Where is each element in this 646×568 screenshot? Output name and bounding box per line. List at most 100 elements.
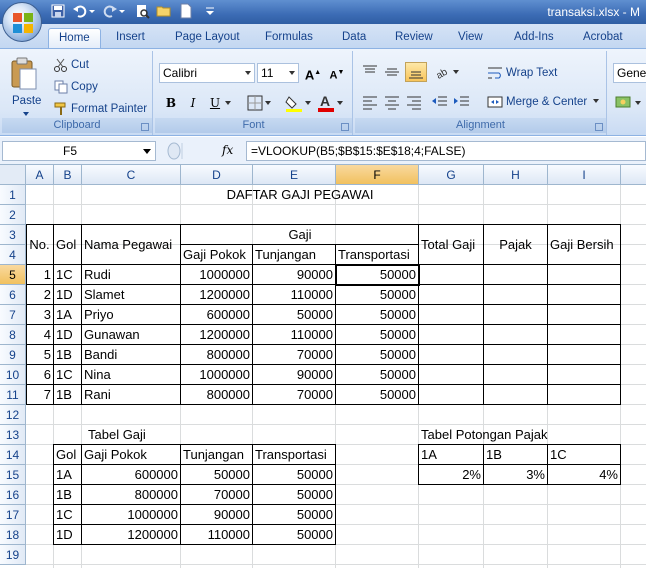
accounting-format-icon[interactable]: [615, 93, 633, 111]
header-gol[interactable]: Gol: [54, 235, 81, 255]
save-icon[interactable]: [50, 3, 66, 19]
underline-button[interactable]: U: [205, 93, 225, 113]
header-gaji-pokok[interactable]: Gaji Pokok: [181, 245, 252, 265]
fill-color-dropdown-icon[interactable]: [305, 101, 311, 106]
row-header-5[interactable]: 5: [0, 265, 26, 285]
tabel-pajak-header[interactable]: 1B: [484, 445, 547, 465]
header-gaji-bersih[interactable]: Gaji Bersih: [548, 235, 620, 255]
employee-tunjangan[interactable]: 110000: [253, 285, 335, 305]
tabel-gaji-header[interactable]: Gaji Pokok: [82, 445, 180, 465]
row-header-13[interactable]: 13: [0, 425, 26, 445]
bold-button[interactable]: B: [161, 93, 181, 113]
employee-gaji-pokok[interactable]: 1200000: [181, 285, 252, 305]
row-header-10[interactable]: 10: [0, 365, 26, 385]
column-header-h[interactable]: H: [484, 165, 548, 185]
tabel-pajak-value[interactable]: 2%: [419, 465, 483, 485]
tabel-gaji-cell[interactable]: 70000: [181, 485, 252, 505]
tabel-gaji-cell[interactable]: 1C: [54, 505, 81, 525]
cut-button[interactable]: Cut: [54, 55, 89, 75]
borders-dropdown-icon[interactable]: [265, 101, 271, 106]
redo-icon[interactable]: [102, 3, 118, 19]
tabel-gaji-cell[interactable]: 800000: [82, 485, 180, 505]
employee-gol[interactable]: 1C: [54, 265, 81, 285]
employee-nama[interactable]: Priyo: [82, 305, 180, 325]
column-header-b[interactable]: B: [54, 165, 82, 185]
tab-add-ins[interactable]: Add-Ins: [514, 28, 554, 48]
column-header-c[interactable]: C: [82, 165, 181, 185]
tab-home[interactable]: Home: [48, 28, 101, 48]
clipboard-launcher-icon[interactable]: [141, 123, 149, 131]
tabel-pajak-header[interactable]: 1C: [548, 445, 620, 465]
employee-gaji-pokok[interactable]: 1000000: [181, 365, 252, 385]
employee-tunjangan[interactable]: 90000: [253, 265, 335, 285]
align-left-icon[interactable]: [361, 93, 379, 111]
number-format-combo[interactable]: Gener: [613, 63, 646, 83]
office-button[interactable]: [2, 2, 42, 42]
header-transportasi[interactable]: Transportasi: [336, 245, 418, 265]
employee-gaji-pokok[interactable]: 1200000: [181, 325, 252, 345]
employee-no[interactable]: 3: [26, 305, 53, 325]
font-launcher-icon[interactable]: [341, 123, 349, 131]
customize-qat-icon[interactable]: [204, 3, 216, 19]
decrease-indent-icon[interactable]: [431, 93, 449, 111]
column-header-a[interactable]: A: [26, 165, 54, 185]
tabel-pajak-value[interactable]: 3%: [484, 465, 547, 485]
tabel-gaji-cell[interactable]: 50000: [253, 465, 335, 485]
row-header-2[interactable]: 2: [0, 205, 26, 225]
employee-no[interactable]: 5: [26, 345, 53, 365]
column-header-i[interactable]: I: [548, 165, 621, 185]
borders-icon[interactable]: [247, 95, 263, 111]
tab-formulas[interactable]: Formulas: [265, 28, 313, 48]
employee-no[interactable]: 7: [26, 385, 53, 405]
tabel-pajak-header[interactable]: 1A: [419, 445, 483, 465]
align-middle-icon[interactable]: [383, 63, 401, 81]
paste-dropdown-icon[interactable]: [22, 111, 30, 117]
grow-font-button[interactable]: A▲: [303, 63, 323, 83]
row-header-19[interactable]: 19: [0, 545, 26, 565]
employee-tunjangan[interactable]: 90000: [253, 365, 335, 385]
row-header-1[interactable]: 1: [0, 185, 26, 205]
column-header-d[interactable]: D: [181, 165, 253, 185]
accounting-dropdown-icon[interactable]: [635, 101, 641, 106]
select-all-button[interactable]: [0, 165, 26, 185]
tabel-pajak-title[interactable]: Tabel Potongan Pajak: [419, 425, 579, 445]
shrink-font-button[interactable]: A▼: [327, 63, 347, 83]
tab-view[interactable]: View: [458, 28, 483, 48]
row-header-3[interactable]: 3: [0, 225, 26, 245]
row-header-7[interactable]: 7: [0, 305, 26, 325]
employee-transportasi[interactable]: 50000: [336, 365, 418, 385]
tab-insert[interactable]: Insert: [116, 28, 145, 48]
alignment-launcher-icon[interactable]: [595, 123, 603, 131]
formula-input[interactable]: =VLOOKUP(B5;$B$15:$E$18;4;FALSE): [246, 141, 646, 161]
open-folder-icon[interactable]: [156, 3, 172, 19]
header-pajak[interactable]: Pajak: [484, 235, 547, 255]
redo-dropdown-icon[interactable]: [118, 3, 126, 19]
row-header-12[interactable]: 12: [0, 405, 26, 425]
employee-gaji-pokok[interactable]: 800000: [181, 385, 252, 405]
undo-icon[interactable]: [72, 3, 88, 19]
copy-button[interactable]: Copy: [54, 77, 98, 97]
tab-page-layout[interactable]: Page Layout: [175, 28, 240, 48]
chevron-down-icon[interactable]: [143, 149, 151, 154]
employee-gol[interactable]: 1C: [54, 365, 81, 385]
employee-nama[interactable]: Rudi: [82, 265, 180, 285]
employee-transportasi[interactable]: 50000: [336, 305, 418, 325]
employee-gol[interactable]: 1A: [54, 305, 81, 325]
row-header-14[interactable]: 14: [0, 445, 26, 465]
header-total-gaji[interactable]: Total Gaji: [419, 235, 483, 255]
header-nama[interactable]: Nama Pegawai: [82, 235, 180, 255]
tabel-gaji-header[interactable]: Gol: [54, 445, 81, 465]
employee-gol[interactable]: 1B: [54, 385, 81, 405]
merge-center-button[interactable]: Merge & Center: [487, 92, 600, 112]
employee-gaji-pokok[interactable]: 800000: [181, 345, 252, 365]
employee-nama[interactable]: Gunawan: [82, 325, 180, 345]
tabel-pajak-value[interactable]: 4%: [548, 465, 620, 485]
name-box[interactable]: F5: [2, 141, 156, 161]
employee-no[interactable]: 4: [26, 325, 53, 345]
column-header-g[interactable]: G: [419, 165, 484, 185]
new-document-icon[interactable]: [178, 3, 194, 19]
orientation-icon[interactable]: ab: [435, 63, 461, 81]
employee-no[interactable]: 2: [26, 285, 53, 305]
align-top-icon[interactable]: [361, 63, 379, 81]
header-no[interactable]: No.: [26, 235, 53, 255]
